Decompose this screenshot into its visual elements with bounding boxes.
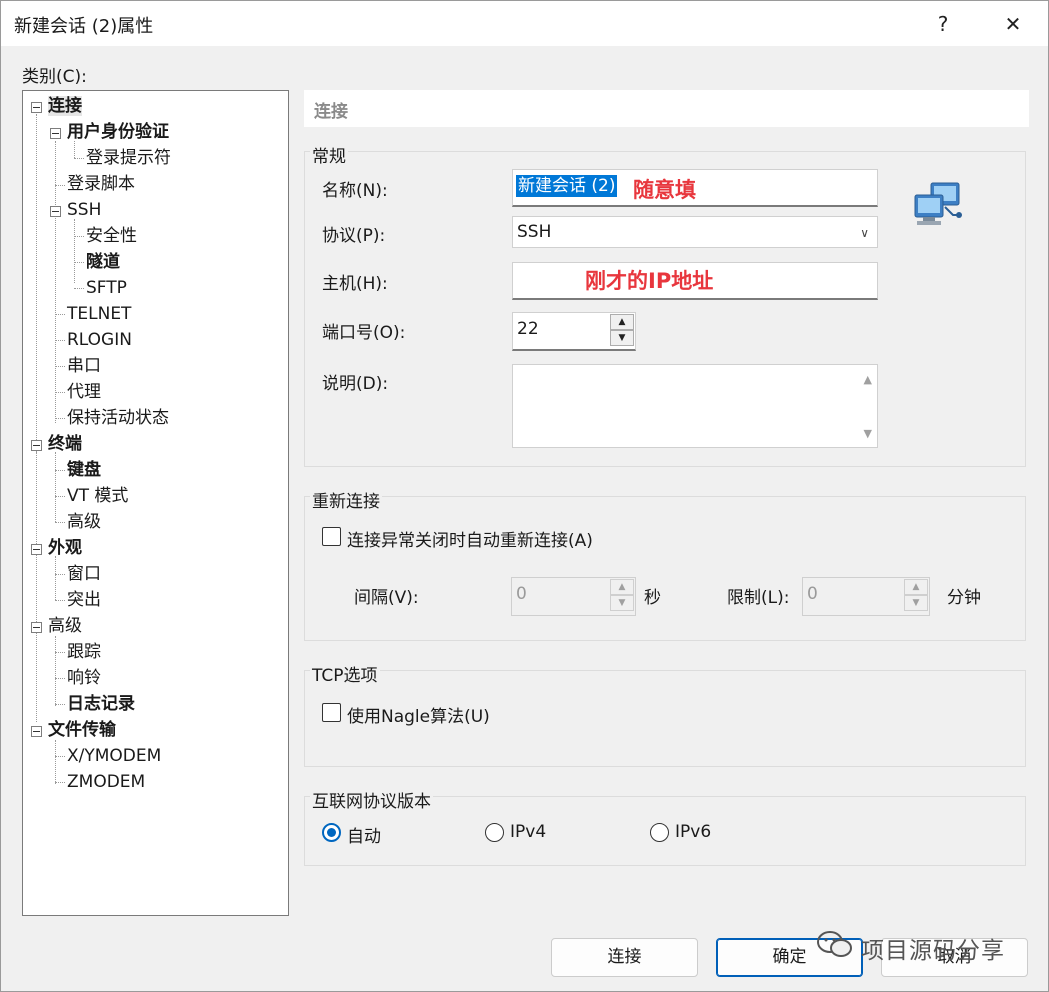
description-label: 说明(D): [322,374,389,394]
tree-item-login-prompt[interactable]: 登录提示符 [86,146,171,170]
chevron-down-icon: ∨ [860,226,869,240]
properties-dialog: 新建会话 (2)属性 ? ✕ 类别(C): 连接 用户身份验证 登录提示符 登录… [0,0,1049,992]
tree-item-auth[interactable]: 用户身份验证 [67,120,169,144]
host-input[interactable]: 刚才的IP地址 [512,262,878,300]
category-tree[interactable]: 连接 用户身份验证 登录提示符 登录脚本 SSH 安全性 隧道 SFTP TEL… [22,90,289,916]
interval-unit: 秒 [644,588,661,608]
port-label: 端口号(O): [322,323,406,343]
panel-title: 连接 [314,102,348,122]
limit-unit: 分钟 [947,588,981,608]
general-group-title: 常规 [310,142,348,167]
close-button[interactable]: ✕ [995,7,1031,41]
nagle-label[interactable]: 使用Nagle算法(U) [347,702,490,727]
tree-item-keyboard[interactable]: 键盘 [67,458,101,482]
name-label: 名称(N): [322,181,388,201]
description-input[interactable]: ▲ ▼ [512,364,878,448]
host-label: 主机(H): [322,274,388,294]
tree-item-file-transfer[interactable]: 文件传输 [48,718,116,742]
collapse-icon[interactable] [31,622,42,633]
tree-item-terminal[interactable]: 终端 [48,432,82,456]
tree-item-terminal-advanced[interactable]: 高级 [67,510,101,534]
limit-down-button[interactable]: ▼ [904,595,928,611]
auto-reconnect-label[interactable]: 连接异常关闭时自动重新连接(A) [347,526,593,551]
tree-item-vt-mode[interactable]: VT 模式 [67,484,128,508]
tree-item-logging[interactable]: 日志记录 [67,692,135,716]
tree-item-connect[interactable]: 连接 [48,94,82,118]
tree-item-serial[interactable]: 串口 [67,354,101,378]
protocol-select[interactable]: SSH ∨ [512,216,878,248]
protocol-label: 协议(P): [322,226,386,246]
ipv4-radio[interactable] [485,823,504,842]
connect-button[interactable]: 连接 [551,938,698,977]
ipv6-radio[interactable] [650,823,669,842]
network-computers-icon [914,182,962,225]
tcp-group-title: TCP选项 [310,661,380,686]
ipv4-label[interactable]: IPv4 [510,822,546,842]
collapse-icon[interactable] [31,102,42,113]
tree-item-highlight[interactable]: 突出 [67,588,101,612]
tree-item-zmodem[interactable]: ZMODEM [67,770,145,794]
limit-value: 0 [807,584,818,604]
name-input[interactable]: 新建会话 (2) 随意填 [512,169,878,207]
port-value: 22 [517,319,539,339]
limit-stepper[interactable]: 0 ▲ ▼ [802,577,930,616]
protocol-value: SSH [517,222,552,242]
panel-header: 连接 [304,90,1029,127]
port-down-button[interactable]: ▼ [610,330,634,346]
interval-down-button[interactable]: ▼ [610,595,634,611]
tree-item-appearance[interactable]: 外观 [48,536,82,560]
window-title: 新建会话 (2)属性 [14,16,154,37]
nagle-checkbox[interactable] [322,703,341,722]
host-annotation: 刚才的IP地址 [585,269,714,293]
tree-item-keepalive[interactable]: 保持活动状态 [67,406,169,430]
collapse-icon[interactable] [50,206,61,217]
category-label: 类别(C): [22,67,87,87]
collapse-icon[interactable] [50,128,61,139]
interval-label: 间隔(V): [354,588,419,608]
reconnect-group [304,496,1026,641]
port-up-button[interactable]: ▲ [610,314,634,330]
tree-item-security[interactable]: 安全性 [86,224,137,248]
collapse-icon[interactable] [31,544,42,555]
limit-label: 限制(L): [727,588,790,608]
interval-value: 0 [516,584,527,604]
watermark-text: 项目源码分享 [861,938,1005,964]
collapse-icon[interactable] [31,440,42,451]
limit-up-button[interactable]: ▲ [904,579,928,595]
name-value: 新建会话 (2) [516,175,618,197]
title-bar: 新建会话 (2)属性 ? ✕ [1,1,1048,46]
help-button[interactable]: ? [925,7,961,41]
interval-stepper[interactable]: 0 ▲ ▼ [511,577,636,616]
ipv6-label[interactable]: IPv6 [675,822,711,842]
tree-item-telnet[interactable]: TELNET [67,302,131,326]
tree-item-tunnel[interactable]: 隧道 [86,250,120,274]
name-annotation: 随意填 [633,178,696,202]
interval-up-button[interactable]: ▲ [610,579,634,595]
reconnect-group-title: 重新连接 [310,487,382,512]
tree-item-bell[interactable]: 响铃 [67,666,101,690]
tree-item-window[interactable]: 窗口 [67,562,101,586]
tree-item-login-script[interactable]: 登录脚本 [67,172,135,196]
port-stepper[interactable]: 22 ▲ ▼ [512,312,636,351]
tree-item-proxy[interactable]: 代理 [67,380,101,404]
tree-item-advanced[interactable]: 高级 [48,614,82,638]
collapse-icon[interactable] [31,726,42,737]
tree-item-sftp[interactable]: SFTP [86,276,127,300]
wechat-icon [817,931,852,957]
scroll-up-icon[interactable]: ▲ [864,373,872,386]
auto-reconnect-checkbox[interactable] [322,527,341,546]
ip-version-group-title: 互联网协议版本 [310,787,433,812]
tree-item-rlogin[interactable]: RLOGIN [67,328,132,352]
ip-auto-label[interactable]: 自动 [347,822,381,847]
ip-auto-radio[interactable] [322,823,341,842]
scroll-down-icon[interactable]: ▼ [864,427,872,440]
tree-item-ssh[interactable]: SSH [67,198,101,222]
tree-item-trace[interactable]: 跟踪 [67,640,101,664]
tree-item-xymodem[interactable]: X/YMODEM [67,744,161,768]
